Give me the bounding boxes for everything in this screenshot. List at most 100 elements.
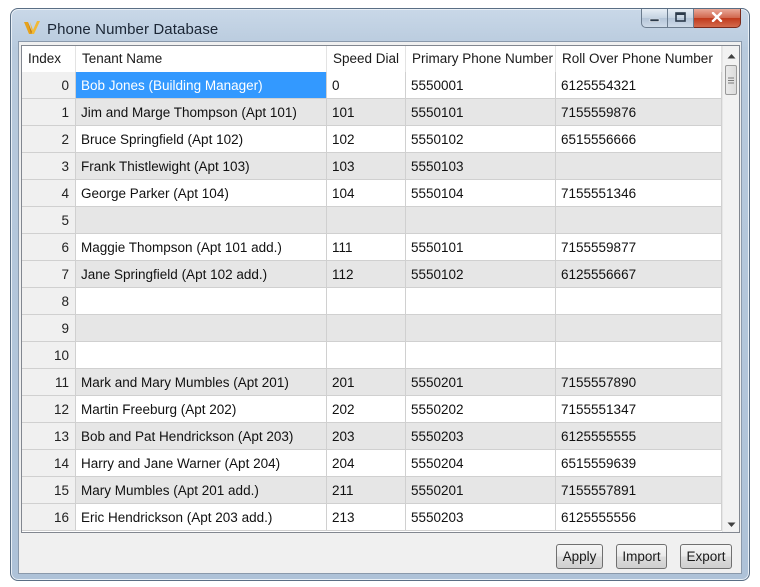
rollover-phone-cell[interactable]: 6125555556 <box>556 504 722 530</box>
table-row: 11 Mark and Mary Mumbles (Apt 201) 201 5550… <box>22 369 722 396</box>
speed-dial-cell[interactable] <box>327 207 406 233</box>
primary-phone-cell[interactable] <box>406 207 556 233</box>
rollover-phone-cell[interactable] <box>556 207 722 233</box>
primary-phone-cell[interactable]: 5550103 <box>406 153 556 179</box>
import-button[interactable]: Import <box>616 544 667 569</box>
primary-phone-cell[interactable]: 5550101 <box>406 234 556 260</box>
table-row: 6 Maggie Thompson (Apt 101 add.) 111 555010… <box>22 234 722 261</box>
export-button[interactable]: Export <box>680 544 732 569</box>
rollover-phone-cell[interactable] <box>556 315 722 341</box>
column-header-primary-phone[interactable]: Primary Phone Number <box>406 46 556 72</box>
vertical-scrollbar[interactable] <box>722 46 739 532</box>
phone-number-grid[interactable]: Index Tenant Name Speed Dial Primary Pho… <box>21 45 740 533</box>
table-row: 9 <box>22 315 722 342</box>
tenant-name-cell[interactable]: Mary Mumbles (Apt 201 add.) <box>76 477 327 503</box>
speed-dial-cell[interactable]: 202 <box>327 396 406 422</box>
speed-dial-cell[interactable]: 204 <box>327 450 406 476</box>
tenant-name-cell[interactable]: Eric Hendrickson (Apt 203 add.) <box>76 504 327 530</box>
speed-dial-cell[interactable]: 112 <box>327 261 406 287</box>
primary-phone-cell[interactable]: 5550203 <box>406 504 556 530</box>
rollover-phone-cell[interactable]: 7155557891 <box>556 477 722 503</box>
speed-dial-cell[interactable]: 101 <box>327 99 406 125</box>
column-header-index[interactable]: Index <box>22 46 76 72</box>
primary-phone-cell[interactable]: 5550204 <box>406 450 556 476</box>
rollover-phone-cell[interactable] <box>556 342 722 368</box>
rollover-phone-cell[interactable] <box>556 288 722 314</box>
row-index: 10 <box>22 342 76 368</box>
primary-phone-cell[interactable]: 5550101 <box>406 99 556 125</box>
column-header-tenant-name[interactable]: Tenant Name <box>76 46 327 72</box>
scroll-up-button[interactable] <box>723 46 739 64</box>
row-index: 13 <box>22 423 76 449</box>
row-index: 8 <box>22 288 76 314</box>
tenant-name-cell[interactable]: Bruce Springfield (Apt 102) <box>76 126 327 152</box>
rollover-phone-cell[interactable]: 6515559639 <box>556 450 722 476</box>
rollover-phone-cell[interactable]: 7155559877 <box>556 234 722 260</box>
speed-dial-cell[interactable] <box>327 342 406 368</box>
primary-phone-cell[interactable]: 5550001 <box>406 72 556 98</box>
tenant-name-cell[interactable]: Mark and Mary Mumbles (Apt 201) <box>76 369 327 395</box>
scroll-down-arrow-icon <box>727 515 736 533</box>
primary-phone-cell[interactable]: 5550202 <box>406 396 556 422</box>
tenant-name-cell[interactable]: Frank Thistlewight (Apt 103) <box>76 153 327 179</box>
primary-phone-cell[interactable]: 5550203 <box>406 423 556 449</box>
speed-dial-cell[interactable]: 103 <box>327 153 406 179</box>
table-row: 1 Jim and Marge Thompson (Apt 101) 101 5550… <box>22 99 722 126</box>
minimize-icon <box>649 9 660 27</box>
speed-dial-cell[interactable]: 211 <box>327 477 406 503</box>
rollover-phone-cell[interactable]: 6125555555 <box>556 423 722 449</box>
close-button[interactable] <box>694 9 741 28</box>
table-row: 4 George Parker (Apt 104) 104 5550104 715555… <box>22 180 722 207</box>
tenant-name-cell[interactable]: Jane Springfield (Apt 102 add.) <box>76 261 327 287</box>
apply-button[interactable]: Apply <box>556 544 603 569</box>
column-header-speed-dial[interactable]: Speed Dial <box>327 46 406 72</box>
speed-dial-cell[interactable]: 0 <box>327 72 406 98</box>
column-header-rollover-phone[interactable]: Roll Over Phone Number <box>556 46 722 72</box>
tenant-name-cell[interactable] <box>76 342 327 368</box>
speed-dial-cell[interactable] <box>327 315 406 341</box>
table-row: 13 Bob and Pat Hendrickson (Apt 203) 203 55… <box>22 423 722 450</box>
scrollbar-thumb[interactable] <box>725 65 737 95</box>
row-index: 2 <box>22 126 76 152</box>
speed-dial-cell[interactable]: 203 <box>327 423 406 449</box>
tenant-name-cell[interactable]: Harry and Jane Warner (Apt 204) <box>76 450 327 476</box>
speed-dial-cell[interactable]: 102 <box>327 126 406 152</box>
table-row: 0 Bob Jones (Building Manager) 0 5550001 612… <box>22 72 722 99</box>
rollover-phone-cell[interactable] <box>556 153 722 179</box>
primary-phone-cell[interactable]: 5550102 <box>406 261 556 287</box>
rollover-phone-cell[interactable]: 6515556666 <box>556 126 722 152</box>
rollover-phone-cell[interactable]: 7155557890 <box>556 369 722 395</box>
tenant-name-cell[interactable] <box>76 207 327 233</box>
maximize-icon <box>675 9 686 27</box>
primary-phone-cell[interactable]: 5550201 <box>406 369 556 395</box>
speed-dial-cell[interactable] <box>327 288 406 314</box>
tenant-name-cell[interactable]: Bob and Pat Hendrickson (Apt 203) <box>76 423 327 449</box>
primary-phone-cell[interactable]: 5550104 <box>406 180 556 206</box>
rollover-phone-cell[interactable]: 7155551347 <box>556 396 722 422</box>
tenant-name-cell[interactable]: Martin Freeburg (Apt 202) <box>76 396 327 422</box>
speed-dial-cell[interactable]: 201 <box>327 369 406 395</box>
tenant-name-cell[interactable] <box>76 315 327 341</box>
rollover-phone-cell[interactable]: 7155551346 <box>556 180 722 206</box>
rollover-phone-cell[interactable]: 7155559876 <box>556 99 722 125</box>
scroll-down-button[interactable] <box>723 515 739 533</box>
primary-phone-cell[interactable]: 5550201 <box>406 477 556 503</box>
primary-phone-cell[interactable] <box>406 315 556 341</box>
tenant-name-cell[interactable] <box>76 288 327 314</box>
speed-dial-cell[interactable]: 213 <box>327 504 406 530</box>
minimize-button[interactable] <box>641 9 668 28</box>
maximize-button[interactable] <box>668 9 694 28</box>
rollover-phone-cell[interactable]: 6125556667 <box>556 261 722 287</box>
primary-phone-cell[interactable] <box>406 342 556 368</box>
tenant-name-cell[interactable]: Jim and Marge Thompson (Apt 101) <box>76 99 327 125</box>
row-index: 15 <box>22 477 76 503</box>
primary-phone-cell[interactable]: 5550102 <box>406 126 556 152</box>
tenant-name-cell[interactable]: George Parker (Apt 104) <box>76 180 327 206</box>
tenant-name-cell[interactable]: Bob Jones (Building Manager) <box>76 72 327 98</box>
primary-phone-cell[interactable] <box>406 288 556 314</box>
rollover-phone-cell[interactable]: 6125554321 <box>556 72 722 98</box>
speed-dial-cell[interactable]: 111 <box>327 234 406 260</box>
speed-dial-cell[interactable]: 104 <box>327 180 406 206</box>
tenant-name-cell[interactable]: Maggie Thompson (Apt 101 add.) <box>76 234 327 260</box>
scroll-up-arrow-icon <box>727 46 736 64</box>
